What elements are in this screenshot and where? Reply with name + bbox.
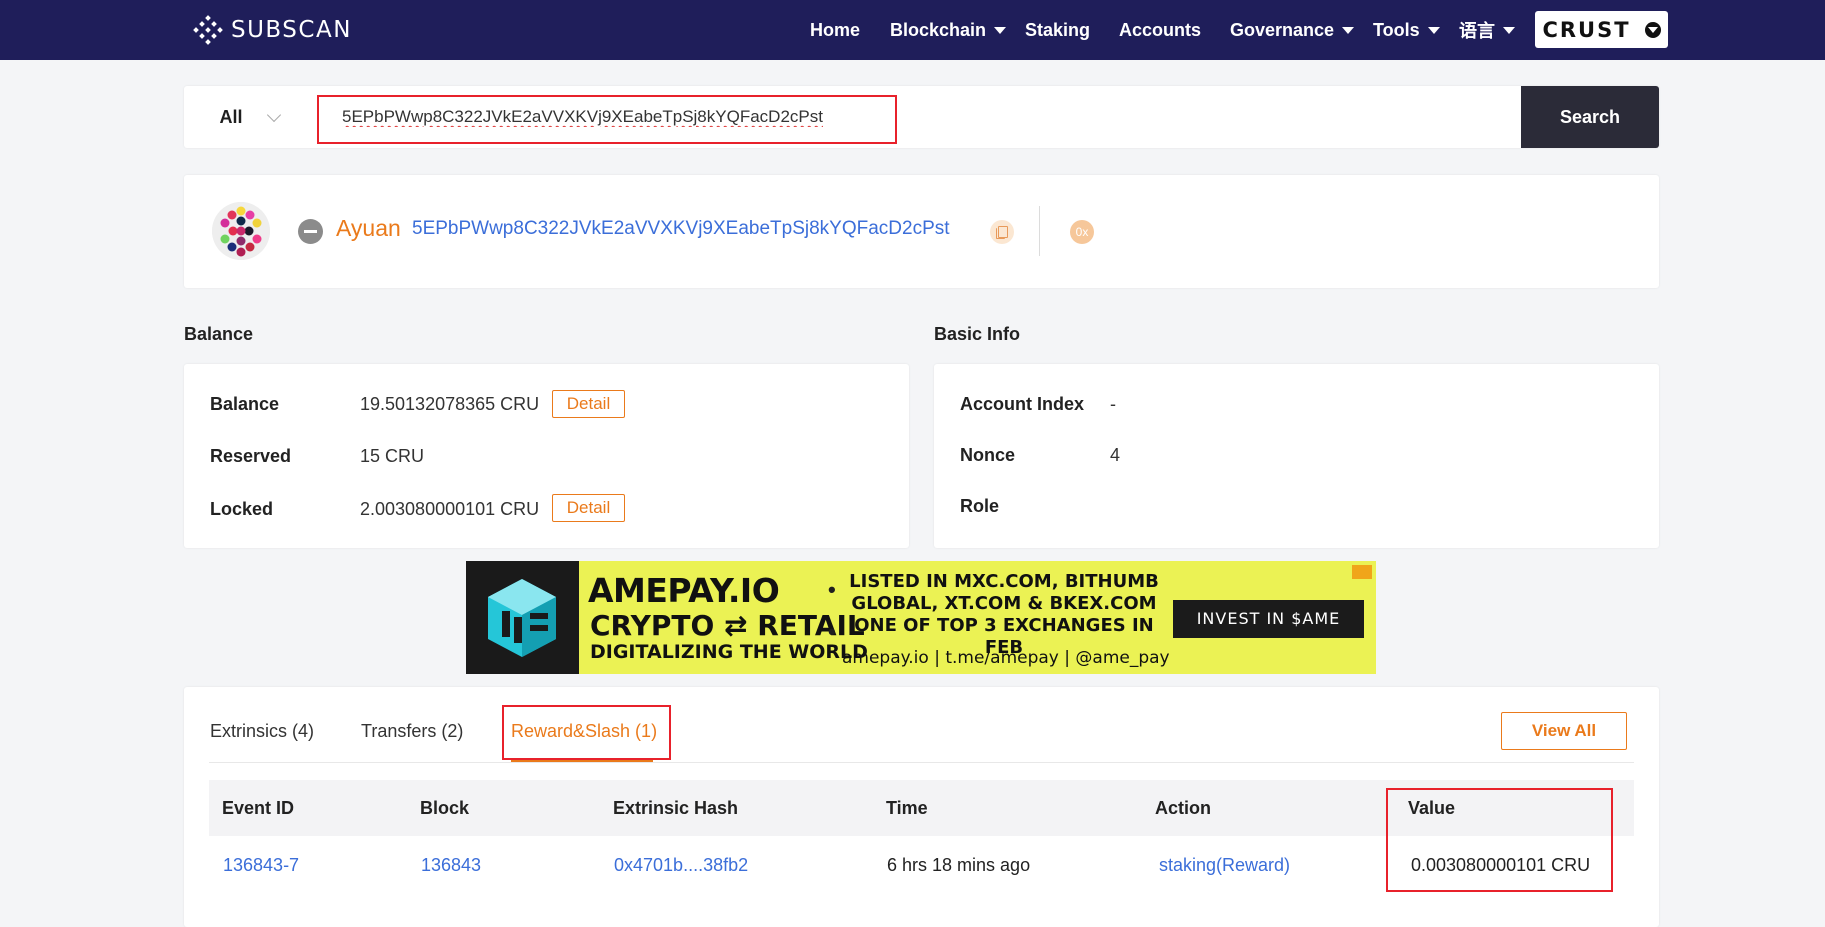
column-header-time: Time [886, 798, 928, 818]
chevron-down-icon [1342, 26, 1355, 34]
activity-card: Extrinsics (4) Transfers (2) Reward&Slas… [184, 687, 1659, 927]
ad-title: AMEPAY.IO [588, 571, 780, 610]
advertisement-banner[interactable]: AMEPAY.IO CRYPTO ⇄ RETAIL DIGITALIZING T… [466, 561, 1376, 674]
column-header-block: Block [420, 798, 470, 818]
divider [1039, 206, 1040, 256]
nonce-value: 4 [1110, 445, 1121, 465]
identity-status-icon [298, 219, 323, 244]
ad-listing-line: LISTED IN MXC.COM, BITHUMB [849, 571, 1159, 592]
account-display-name: Ayuan [336, 215, 401, 241]
event-value: 0.003080000101 CRU [1411, 855, 1591, 875]
brand-logo[interactable]: SUBSCAN [193, 14, 352, 46]
chevron-down-icon [266, 107, 281, 122]
top-nav-bar: SUBSCAN Home Blockchain Staking Accounts… [0, 0, 1825, 60]
ad-listing-text: LISTED IN MXC.COM, BITHUMB GLOBAL, XT.CO… [844, 571, 1164, 659]
chevron-down-icon [994, 26, 1007, 34]
search-button[interactable]: Search [1521, 86, 1659, 148]
search-bar: All Search [184, 86, 1659, 148]
nav-blockchain-label: Blockchain [890, 19, 987, 40]
chevron-down-icon [1503, 26, 1515, 34]
tab-extrinsics[interactable]: Extrinsics (4) [210, 721, 314, 742]
nav-governance[interactable]: Governance [1230, 0, 1355, 60]
block-link[interactable]: 136843 [421, 855, 481, 876]
column-header-value: Value [1408, 798, 1456, 818]
identicon-avatar [212, 202, 270, 260]
copy-icon[interactable] [990, 220, 1014, 244]
balance-detail-button[interactable]: Detail [552, 390, 625, 418]
bullet-icon: • [828, 577, 836, 602]
bullet-icon: • [828, 619, 836, 644]
search-input[interactable] [342, 96, 1422, 138]
amepay-logo-icon [488, 579, 556, 657]
basic-info-card: Account Index - Nonce 4 Role [934, 364, 1659, 548]
event-time: 6 hrs 18 mins ago [887, 855, 1031, 875]
nav-accounts[interactable]: Accounts [1119, 0, 1201, 60]
network-switcher[interactable]: CRUST [1535, 11, 1668, 48]
balance-label: Balance [210, 394, 280, 414]
account-index-label: Account Index [960, 394, 1085, 414]
tabs-divider [209, 762, 1634, 763]
role-label: Role [960, 496, 1000, 516]
locked-value: 2.003080000101 CRU [360, 499, 540, 519]
nonce-label: Nonce [960, 445, 1016, 465]
ad-cta-button[interactable]: INVEST IN $AME [1173, 600, 1364, 638]
nav-tools-label: Tools [1373, 19, 1420, 40]
nav-tools[interactable]: Tools [1373, 0, 1440, 60]
nav-home-label: Home [810, 19, 861, 40]
ad-subtitle: CRYPTO ⇄ RETAIL [590, 609, 865, 642]
locked-detail-button[interactable]: Detail [552, 494, 625, 522]
balance-section-title: Balance [184, 324, 254, 344]
ad-badge-icon[interactable] [1352, 565, 1372, 579]
balance-card: Balance 19.50132078365 CRU Detail Reserv… [184, 364, 909, 548]
ad-listing-line: GLOBAL, XT.COM & BKEX.COM [851, 593, 1157, 614]
locked-label: Locked [210, 499, 274, 519]
subscan-logo-icon [193, 15, 223, 45]
basic-info-section-title: Basic Info [934, 324, 1021, 344]
dropdown-circle-icon [1644, 21, 1661, 38]
table-header: Event ID Block Extrinsic Hash Time Actio… [209, 780, 1634, 836]
nav-staking[interactable]: Staking [1025, 0, 1090, 60]
extrinsic-hash-link[interactable]: 0x4701b....38fb2 [614, 855, 748, 876]
ad-tagline: DIGITALIZING THE WORLD [590, 641, 868, 663]
column-header-event-id: Event ID [222, 798, 295, 818]
tab-reward-slash[interactable]: Reward&Slash (1) [511, 721, 657, 742]
balance-value: 19.50132078365 CRU [360, 394, 540, 414]
reserved-label: Reserved [210, 446, 292, 466]
view-all-button[interactable]: View All [1501, 712, 1627, 750]
search-type-select[interactable]: All [184, 86, 314, 148]
nav-governance-label: Governance [1230, 19, 1335, 40]
nav-blockchain[interactable]: Blockchain [890, 0, 1007, 60]
account-header-card: Ayuan 5EPbPWwp8C322JVkE2aVVXKVj9XEabeTpS… [184, 175, 1659, 288]
brand-name: SUBSCAN [231, 17, 352, 43]
nav-staking-label: Staking [1025, 19, 1091, 40]
account-index-value: - [1110, 394, 1116, 414]
search-type-label: All [219, 106, 243, 127]
nav-home[interactable]: Home [810, 0, 860, 60]
network-name: CRUST [1542, 17, 1631, 42]
chevron-down-icon [1427, 26, 1440, 34]
tab-transfers[interactable]: Transfers (2) [361, 721, 463, 742]
nav-accounts-label: Accounts [1119, 19, 1202, 40]
public-key-icon[interactable]: 0x [1070, 220, 1094, 244]
column-header-extrinsic-hash: Extrinsic Hash [613, 798, 739, 818]
action-link[interactable]: staking(Reward) [1159, 855, 1290, 876]
column-header-action: Action [1155, 798, 1211, 818]
ad-links: amepay.io | t.me/amepay | @ame_pay [842, 648, 1170, 668]
nav-language[interactable]: 语言 [1459, 0, 1515, 60]
nav-language-label: 语言 [1459, 21, 1495, 41]
account-address[interactable]: 5EPbPWwp8C322JVkE2aVVXKVj9XEabeTpSj8kYQF… [412, 218, 950, 240]
reserved-value: 15 CRU [360, 446, 425, 466]
event-id-link[interactable]: 136843-7 [223, 855, 299, 876]
